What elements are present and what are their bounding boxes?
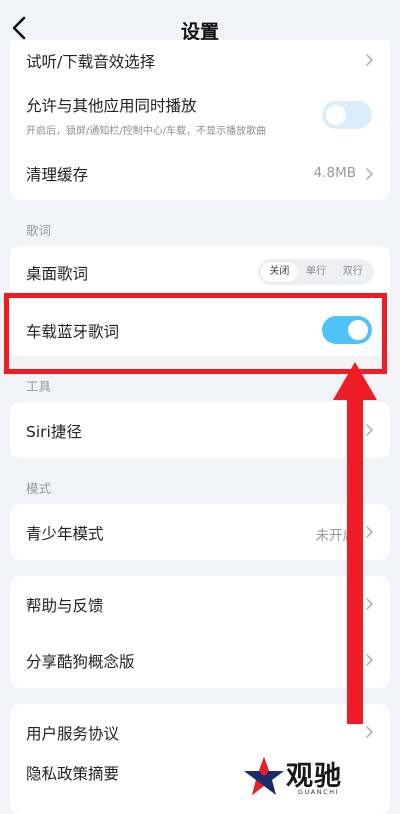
- section-tools-header: 工具: [26, 379, 52, 394]
- tools-card: Siri捷径: [10, 402, 390, 458]
- car-bluetooth-lyrics-toggle[interactable]: [322, 316, 372, 344]
- star-logo-icon: [244, 757, 284, 795]
- car-bluetooth-lyrics-label: 车载蓝牙歌词: [26, 323, 120, 341]
- desktop-lyrics-label: 桌面歌词: [26, 265, 89, 283]
- segment-single-line[interactable]: 单行: [298, 262, 335, 282]
- section-lyrics-header: 歌词: [26, 223, 52, 238]
- desktop-lyrics-segmented-control: 关闭 单行 双行: [258, 259, 374, 285]
- chevron-right-icon: [366, 54, 374, 66]
- help-feedback-label: 帮助与反馈: [26, 597, 104, 615]
- siri-shortcut-label: Siri捷径: [26, 423, 82, 441]
- mix-play-toggle[interactable]: [322, 101, 372, 129]
- help-feedback-row[interactable]: 帮助与反馈: [10, 576, 390, 632]
- desktop-lyrics-row: 桌面歌词 关闭 单行 双行: [10, 246, 390, 298]
- section-mode-header: 模式: [26, 481, 52, 496]
- mix-play-row: 允许与其他应用同时播放 开启后，锁屏/通知栏/控制中心/车载，不显示播放歌曲: [10, 80, 390, 144]
- chevron-right-icon: [366, 598, 374, 610]
- user-agreement-label: 用户服务协议: [26, 725, 120, 743]
- siri-shortcut-row[interactable]: Siri捷径: [10, 402, 390, 458]
- user-agreement-row[interactable]: 用户服务协议: [10, 704, 390, 760]
- car-bluetooth-lyrics-row: 车载蓝牙歌词: [10, 302, 390, 356]
- toggle-knob: [348, 320, 368, 340]
- help-card: 帮助与反馈 分享酷狗概念版: [10, 576, 390, 688]
- clear-cache-row[interactable]: 清理缓存 4.8MB: [10, 150, 390, 198]
- youth-mode-status: 未开启: [315, 528, 357, 544]
- watermark-logo: 观驰 GUANCHI: [242, 754, 362, 798]
- mode-card: 青少年模式 未开启: [10, 504, 390, 560]
- toggle-knob: [326, 105, 346, 125]
- mix-play-label: 允许与其他应用同时播放: [26, 97, 197, 115]
- clear-cache-label: 清理缓存: [26, 166, 89, 184]
- youth-mode-label: 青少年模式: [26, 525, 104, 543]
- share-app-label: 分享酷狗概念版: [26, 653, 135, 671]
- chevron-right-icon: [366, 654, 374, 666]
- privacy-summary-label: 隐私政策摘要: [26, 765, 120, 783]
- chevron-right-icon: [366, 526, 374, 538]
- lyrics-settings-card: 桌面歌词 关闭 单行 双行 车载蓝牙歌词: [10, 246, 390, 356]
- chevron-right-icon: [366, 424, 374, 436]
- segment-double-line[interactable]: 双行: [334, 262, 371, 282]
- chevron-right-icon: [366, 726, 374, 738]
- youth-mode-row[interactable]: 青少年模式 未开启: [10, 504, 390, 560]
- watermark-english: GUANCHI: [298, 788, 339, 796]
- playback-settings-card: 试听/下载音效选择 允许与其他应用同时播放 开启后，锁屏/通知栏/控制中心/车载…: [10, 40, 390, 200]
- cache-size-value: 4.8MB: [313, 165, 356, 181]
- mix-play-description: 开启后，锁屏/通知栏/控制中心/车载，不显示播放歌曲: [26, 126, 267, 137]
- share-app-row[interactable]: 分享酷狗概念版: [10, 632, 390, 688]
- chevron-right-icon: [366, 168, 374, 180]
- audio-effects-label: 试听/下载音效选择: [26, 53, 156, 71]
- audio-effects-row[interactable]: 试听/下载音效选择: [10, 40, 390, 80]
- segment-off[interactable]: 关闭: [261, 262, 298, 282]
